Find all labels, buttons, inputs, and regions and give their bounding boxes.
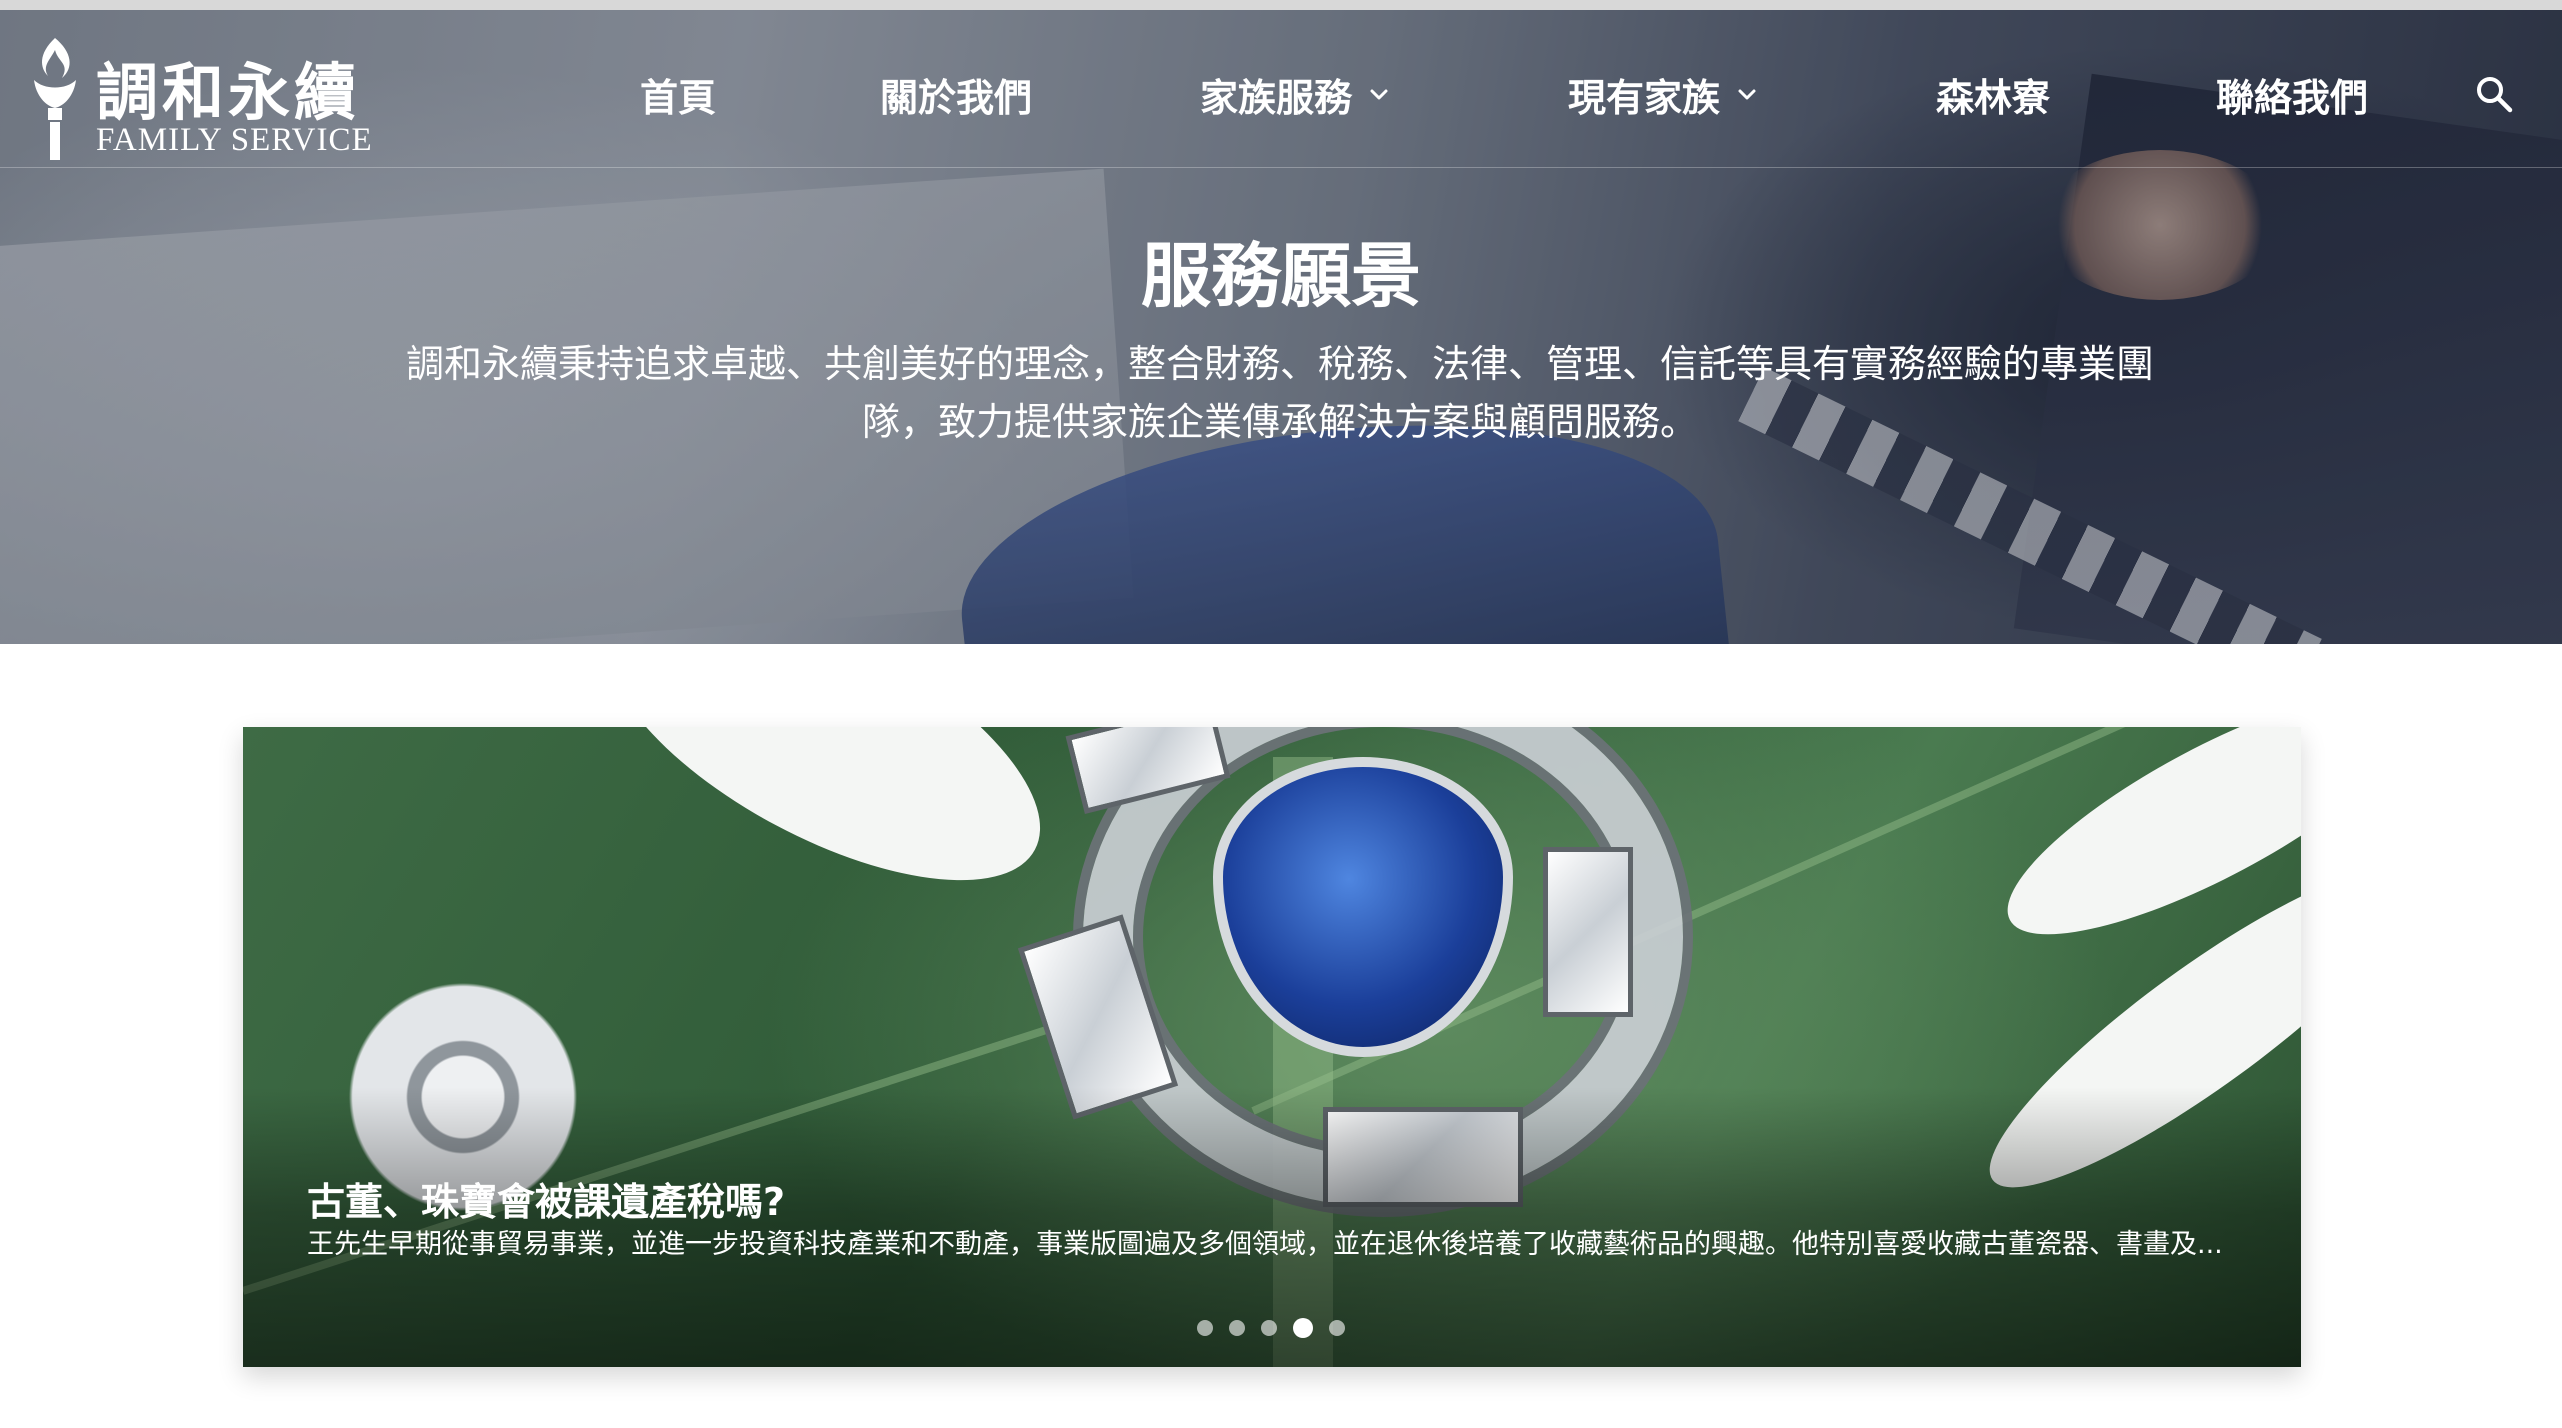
nav-item-label: 森林寮 [1936,75,2051,120]
nav-item-about[interactable]: 關於我們 [880,64,1032,124]
carousel-dot[interactable] [1229,1320,1245,1336]
featured-article-carousel[interactable]: 古董、珠寶會被課遺產稅嗎? 王先生早期從事貿易事業，並進一步投資科技產業和不動產… [243,727,2301,1367]
nav-item-family-services[interactable]: 家族服務 [1200,64,1392,124]
nav-item-label: 現有家族 [1568,75,1721,120]
chevron-down-icon [1738,89,1756,100]
crystal [1543,847,1633,1017]
hero-description: 調和永續秉持追求卓越、共創美好的理念，整合財務、稅務、法律、管理、信託等具有實務… [405,342,2154,444]
nav-item-contact[interactable]: 聯絡我們 [2216,64,2368,124]
carousel-dot[interactable] [1329,1320,1345,1336]
site-header: 調和永續 FAMILY SERVICE 首頁 關於我們 家族服務 現有家族 森林… [0,10,2562,168]
hero-title: 服務願景 [1141,235,1421,317]
nav-item-label: 聯絡我們 [2216,75,2369,120]
carousel-pagination [1197,1317,1345,1339]
nav-item-label: 家族服務 [1200,75,1353,120]
nav-item-current-families[interactable]: 現有家族 [1568,64,1760,124]
top-border [0,0,2562,10]
search-icon[interactable] [2474,74,2514,114]
carousel-dot-active[interactable] [1293,1318,1313,1338]
site-logo[interactable]: 調和永續 FAMILY SERVICE [26,34,386,160]
carousel-dot[interactable] [1197,1320,1213,1336]
nav-item-label: 關於我們 [880,75,1033,120]
chevron-down-icon [1370,89,1388,100]
slide-excerpt: 王先生早期從事貿易事業，並進一步投資科技產業和不動產，事業版圖遍及多個領域，並在… [307,1229,2223,1260]
carousel-dot[interactable] [1261,1320,1277,1336]
leaf-hole [564,727,1082,938]
nav-item-home[interactable]: 首頁 [640,64,716,124]
brand-subtitle: FAMILY SERVICE [96,122,373,158]
nav-item-forest[interactable]: 森林寮 [1936,64,2050,124]
nav-item-label: 首頁 [640,75,717,120]
slide-title[interactable]: 古董、珠寶會被課遺產稅嗎? [307,1171,785,1226]
brand-name: 調和永續 [96,56,361,129]
torch-icon [34,38,76,160]
